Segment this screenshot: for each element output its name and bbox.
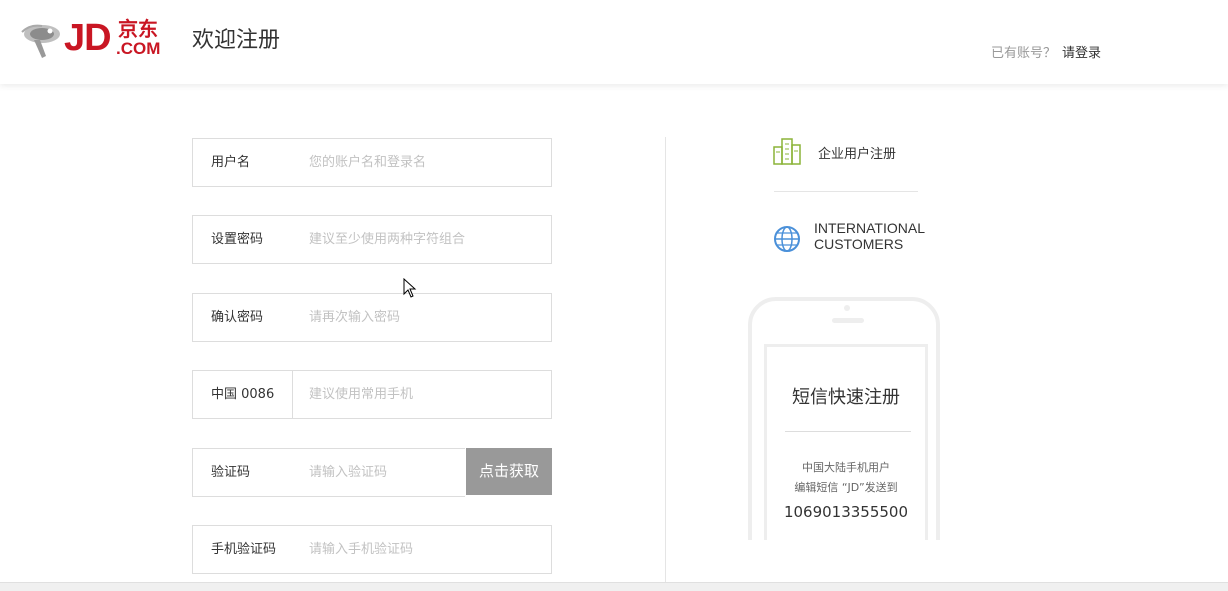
login-hint: 已有账号？ 请登录 — [991, 46, 1101, 62]
phone-input[interactable] — [309, 371, 539, 418]
logo-jd-text: JD — [64, 17, 112, 59]
login-link[interactable]: 请登录 — [1062, 46, 1101, 61]
sms-divider — [785, 431, 911, 432]
password-label: 设置密码 — [211, 232, 264, 247]
phone-side-button — [748, 367, 750, 389]
logo-cn-text: 京东 — [118, 17, 158, 41]
sms-code-label: 手机验证码 — [211, 542, 277, 557]
captcha-input[interactable] — [309, 449, 459, 496]
phone-camera — [844, 305, 850, 311]
footer-strip — [0, 582, 1228, 591]
phone-divider — [292, 371, 293, 418]
mouse-cursor-icon — [403, 278, 417, 298]
globe-icon — [774, 226, 800, 252]
enterprise-register-link[interactable]: 企业用户注册 — [772, 137, 932, 167]
phone-side-button — [748, 397, 750, 419]
password-input[interactable] — [309, 216, 539, 263]
phone-screen: 短信快速注册 中国大陆手机用户 编辑短信 “JD”发送到 10690133555… — [764, 344, 928, 540]
international-line1: INTERNATIONAL — [814, 220, 925, 236]
logo-com-text: .COM — [116, 39, 161, 58]
confirm-password-field: 确认密码 — [192, 293, 552, 342]
jd-mascot-icon — [21, 24, 60, 58]
captcha-field: 验证码 — [192, 448, 465, 497]
username-label: 用户名 — [211, 155, 251, 170]
sms-code-field: 手机验证码 — [192, 525, 552, 574]
page-title: 欢迎注册 — [192, 28, 281, 53]
international-customers-link[interactable]: INTERNATIONAL CUSTOMERS — [772, 220, 932, 260]
username-field: 用户名 — [192, 138, 552, 187]
vertical-divider — [665, 137, 666, 582]
sms-register-card: 短信快速注册 中国大陆手机用户 编辑短信 “JD”发送到 10690133555… — [748, 297, 940, 540]
confirm-password-input[interactable] — [309, 294, 539, 341]
side-divider — [774, 191, 918, 192]
password-field: 设置密码 — [192, 215, 552, 264]
username-input[interactable] — [309, 139, 539, 186]
get-code-button[interactable]: 点击获取 — [466, 448, 552, 495]
sms-number: 1069013355500 — [783, 503, 909, 521]
sms-code-input[interactable] — [309, 526, 539, 573]
sms-register-title: 短信快速注册 — [792, 387, 900, 408]
captcha-label: 验证码 — [211, 465, 251, 480]
building-icon — [773, 138, 801, 165]
phone-illustration: 短信快速注册 中国大陆手机用户 编辑短信 “JD”发送到 10690133555… — [748, 297, 940, 540]
country-code-select[interactable]: 中国 0086 — [211, 386, 274, 404]
phone-side-button — [748, 427, 750, 449]
phone-speaker — [832, 318, 864, 323]
sms-instruction-line1: 中国大陆手机用户 — [802, 461, 890, 474]
international-line2: CUSTOMERS — [814, 236, 904, 252]
login-prompt: 已有账号？ — [991, 46, 1057, 61]
phone-field: 中国 0086 — [192, 370, 552, 419]
sms-instruction-line2: 编辑短信 “JD”发送到 — [794, 481, 898, 494]
jd-logo[interactable]: JD 京东 .COM — [20, 16, 170, 62]
enterprise-register-label: 企业用户注册 — [818, 147, 897, 162]
confirm-password-label: 确认密码 — [211, 310, 264, 325]
site-header: JD 京东 .COM 欢迎注册 已有账号？ 请登录 — [0, 0, 1228, 84]
